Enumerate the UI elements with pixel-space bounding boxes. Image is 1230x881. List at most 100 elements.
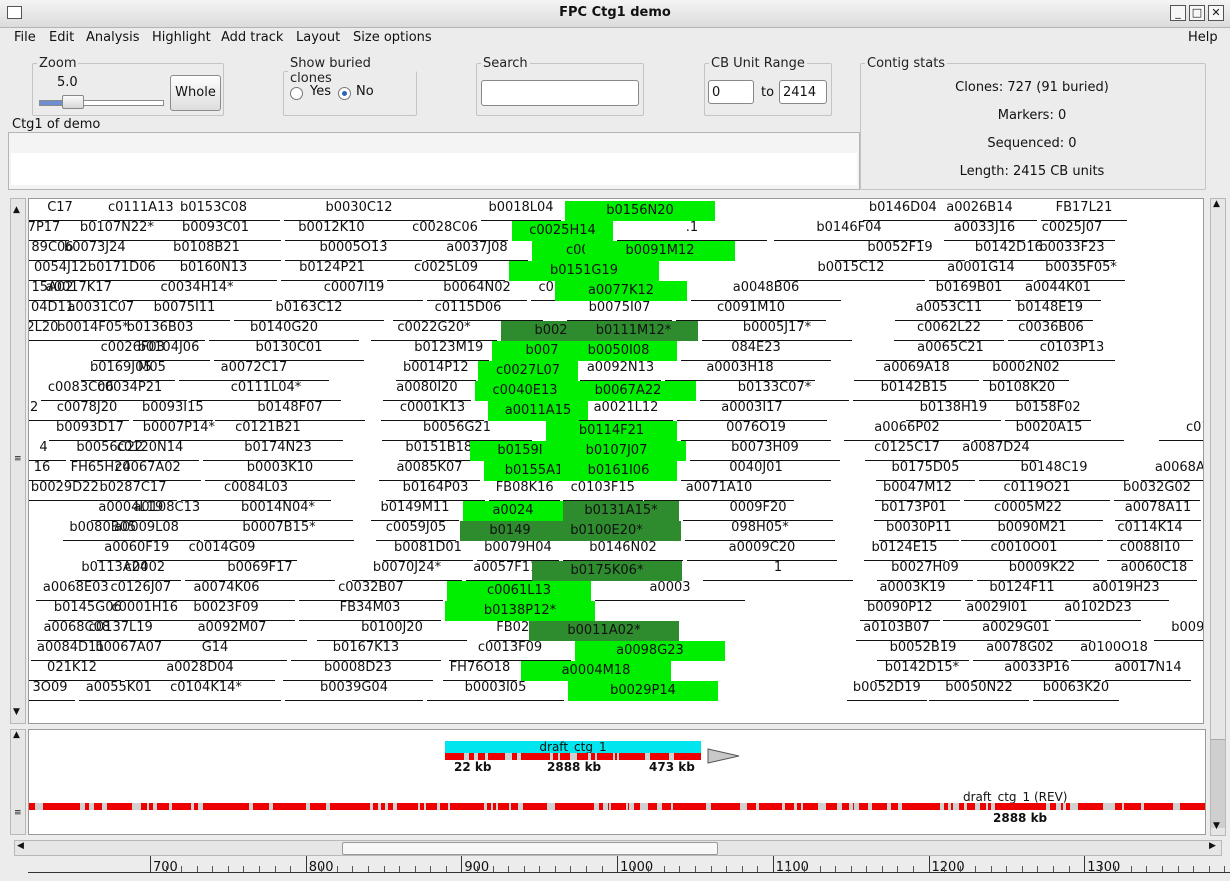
clone-a0048b06[interactable]: a0048B06	[691, 281, 841, 301]
clone-b0146f04[interactable]: b0146F04	[774, 221, 924, 241]
clone-b0005o13[interactable]: b0005O13	[285, 241, 422, 261]
clone-a0053c11[interactable]: a0053C11	[895, 301, 1003, 321]
clone-c0103f15[interactable]: c0103F15	[563, 481, 643, 501]
menu-analysis[interactable]: Analysis	[86, 30, 140, 45]
search-input[interactable]	[481, 80, 639, 106]
clone-c0061l13[interactable]: c0061L13	[447, 581, 591, 601]
clone-b0081d01[interactable]: b0081D01	[383, 541, 473, 561]
clone-a0029g01[interactable]: a0029G01	[941, 621, 1091, 641]
clone-a0004m18[interactable]: a0004M18	[521, 661, 671, 681]
clone-b0035f05[interactable]: b0035F05*	[1037, 261, 1125, 281]
clone-b0090m21[interactable]: b0090M21	[961, 521, 1103, 541]
clone-a0019h23[interactable]: a0019H23	[1083, 581, 1169, 601]
clone-b0009k22[interactable]: b0009K22	[977, 561, 1107, 581]
maximize-icon[interactable]: □	[1189, 5, 1205, 21]
clone-b0111m12[interactable]: b0111M12*	[569, 321, 698, 341]
track-panel[interactable]: draft_ctg_1 22 kb 2888 kb 473 kb draft_c…	[28, 729, 1206, 835]
clone-c0104k14[interactable]: c0104K14*	[131, 681, 281, 701]
clone-084e23[interactable]: 084E23	[681, 341, 831, 361]
horizontal-scroll-thumb[interactable]	[342, 842, 718, 855]
clone-b0033f23[interactable]: b0033F23	[1029, 241, 1115, 261]
clone-a0065c21[interactable]: a0065C21	[876, 341, 1025, 361]
clone-0076o19[interactable]: 0076O19	[681, 421, 831, 441]
clone-a0100o18[interactable]: a0100O18	[1071, 641, 1157, 661]
clone-c0034p21[interactable]: c0034P21	[73, 381, 187, 401]
clone-b0138h19[interactable]: b0138H19	[906, 401, 1001, 421]
clone-c0002[interactable]: c0002	[109, 561, 181, 581]
clone-b0130c01[interactable]: b0130C01	[214, 341, 364, 361]
clone-a0026b14[interactable]: a0026B14	[922, 201, 1037, 221]
clone-b0005j17[interactable]: b0005J17*	[702, 321, 852, 341]
menu-add-track[interactable]: Add track	[221, 30, 283, 45]
clone-a0074k06[interactable]: a0074K06	[158, 581, 295, 601]
clone-b0151b18[interactable]: b0151B18	[399, 441, 479, 461]
clone-c0121b21[interactable]: c0121B21	[193, 421, 343, 441]
clone-a0060c18[interactable]: a0060C18	[1111, 561, 1197, 581]
clone-b0050i08[interactable]: b0050I08	[560, 341, 677, 361]
clone-b0156n20[interactable]: b0156N20	[565, 201, 715, 221]
clone-a0003[interactable]: a0003	[595, 581, 745, 601]
clone-b0093c01[interactable]: b0093C01	[150, 221, 281, 241]
track-left-scrollbar[interactable]: ▲ ≡	[10, 729, 26, 835]
clone-b0056g21[interactable]: b0056G21	[382, 421, 532, 441]
clone-16[interactable]: 16	[29, 461, 61, 481]
clone-c0034h14[interactable]: c0034H14*	[122, 281, 272, 301]
clone-a0031c07[interactable]: a0031C07	[61, 301, 141, 321]
zoom-slider-thumb[interactable]	[61, 95, 84, 109]
clone-b0039g04[interactable]: b0039G04	[285, 681, 423, 701]
clone-a0033p16[interactable]: a0033P16	[973, 661, 1101, 681]
clone-b0104j06[interactable]: b0104J06	[127, 341, 210, 361]
clone-a0108c13[interactable]: a0108C13	[127, 501, 207, 521]
clone-c0014g09[interactable]: c0014G09	[147, 541, 297, 561]
clone-c0025h14[interactable]: c0025H14	[512, 221, 613, 241]
clone-b0098g[interactable]: b0098G	[1154, 621, 1203, 641]
clone-c0036b06[interactable]: c0036B06	[1008, 321, 1094, 341]
clone-b0075i07[interactable]: b0075I07	[567, 301, 672, 321]
clone-a0009l08[interactable]: a0009L08	[93, 521, 200, 541]
clone-a0092n13[interactable]: a0092N13	[580, 361, 661, 381]
clone-b0067a22[interactable]: b0067A22	[560, 381, 696, 401]
clone-b0131a15[interactable]: b0131A15*	[563, 501, 679, 521]
clone-a0009c20[interactable]: a0009C20	[687, 541, 837, 561]
clone-c0103p13[interactable]: c0103P13	[1029, 341, 1115, 361]
clone-b0149m11[interactable]: b0149M11	[371, 501, 459, 521]
clone-c0032b07[interactable]: c0032B07	[299, 581, 443, 601]
clone-c0025l09[interactable]: c0025L09	[387, 261, 505, 281]
clone-c0137l19[interactable]: c0137L19	[81, 621, 161, 641]
clone-c010[interactable]: c010	[1159, 421, 1203, 441]
clone-a0085k07[interactable]: a0085K07	[379, 461, 480, 481]
clone-b0148f07[interactable]: b0148F07	[215, 401, 365, 421]
clone-b0123m19[interactable]: b0123M19	[409, 341, 489, 361]
clone-b0175d05[interactable]: b0175D05	[876, 461, 975, 481]
clone-b0014p12[interactable]: b0014P12	[396, 361, 476, 381]
clone-b0146n02[interactable]: b0146N02	[563, 541, 683, 561]
clone-c0084l03[interactable]: c0084L03	[181, 481, 331, 501]
clone-0009f20[interactable]: 0009F20	[683, 501, 833, 521]
clone-b0114f21[interactable]: b0114F21	[546, 421, 677, 441]
clone-c0078j20[interactable]: c0078J20	[45, 401, 129, 421]
clone-b0075i11[interactable]: b0075I11	[139, 301, 230, 321]
whole-button[interactable]: Whole	[170, 75, 221, 111]
cb-range-to-input[interactable]: 2414	[779, 80, 827, 104]
clone-b0030c12[interactable]: b0030C12	[284, 201, 434, 221]
clone-c0111l04[interactable]: c0111L04*	[191, 381, 341, 401]
clone-b0107n22[interactable]: b0107N22*	[73, 221, 161, 241]
clone-a0044k01[interactable]: a0044K01	[1015, 281, 1101, 301]
clone-b0002n02[interactable]: b0002N02	[983, 361, 1069, 381]
clone-a0029i01[interactable]: a0029I01	[943, 601, 1051, 621]
clone-a0103b07[interactable]: a0103B07	[856, 621, 937, 641]
clone-a0003k19[interactable]: a0003K19	[864, 581, 961, 601]
clone-b0052f19[interactable]: b0052F19	[835, 241, 965, 261]
clone-b0032g02[interactable]: b0032G02	[1114, 481, 1200, 501]
clone-a0033j16[interactable]: a0033J16	[944, 221, 1025, 241]
clone-c0013f09[interactable]: c0013F09	[449, 641, 571, 661]
clone-b0164p03[interactable]: b0164P03	[386, 481, 485, 501]
clone-b0070j24[interactable]: b0070J24*	[352, 561, 462, 581]
clone-a0072c17[interactable]: a0072C17	[179, 361, 329, 381]
clone-a0080i20[interactable]: a0080I20	[383, 381, 471, 401]
clone-b0093d17[interactable]: b0093D17	[49, 421, 131, 441]
clone-b0003k10[interactable]: b0003K10	[205, 461, 355, 481]
clone-b0158f02[interactable]: b0158F02	[1005, 401, 1091, 421]
clone-b0050n22[interactable]: b0050N22	[929, 681, 1029, 701]
clone-c0125c17[interactable]: c0125C17	[865, 441, 949, 461]
